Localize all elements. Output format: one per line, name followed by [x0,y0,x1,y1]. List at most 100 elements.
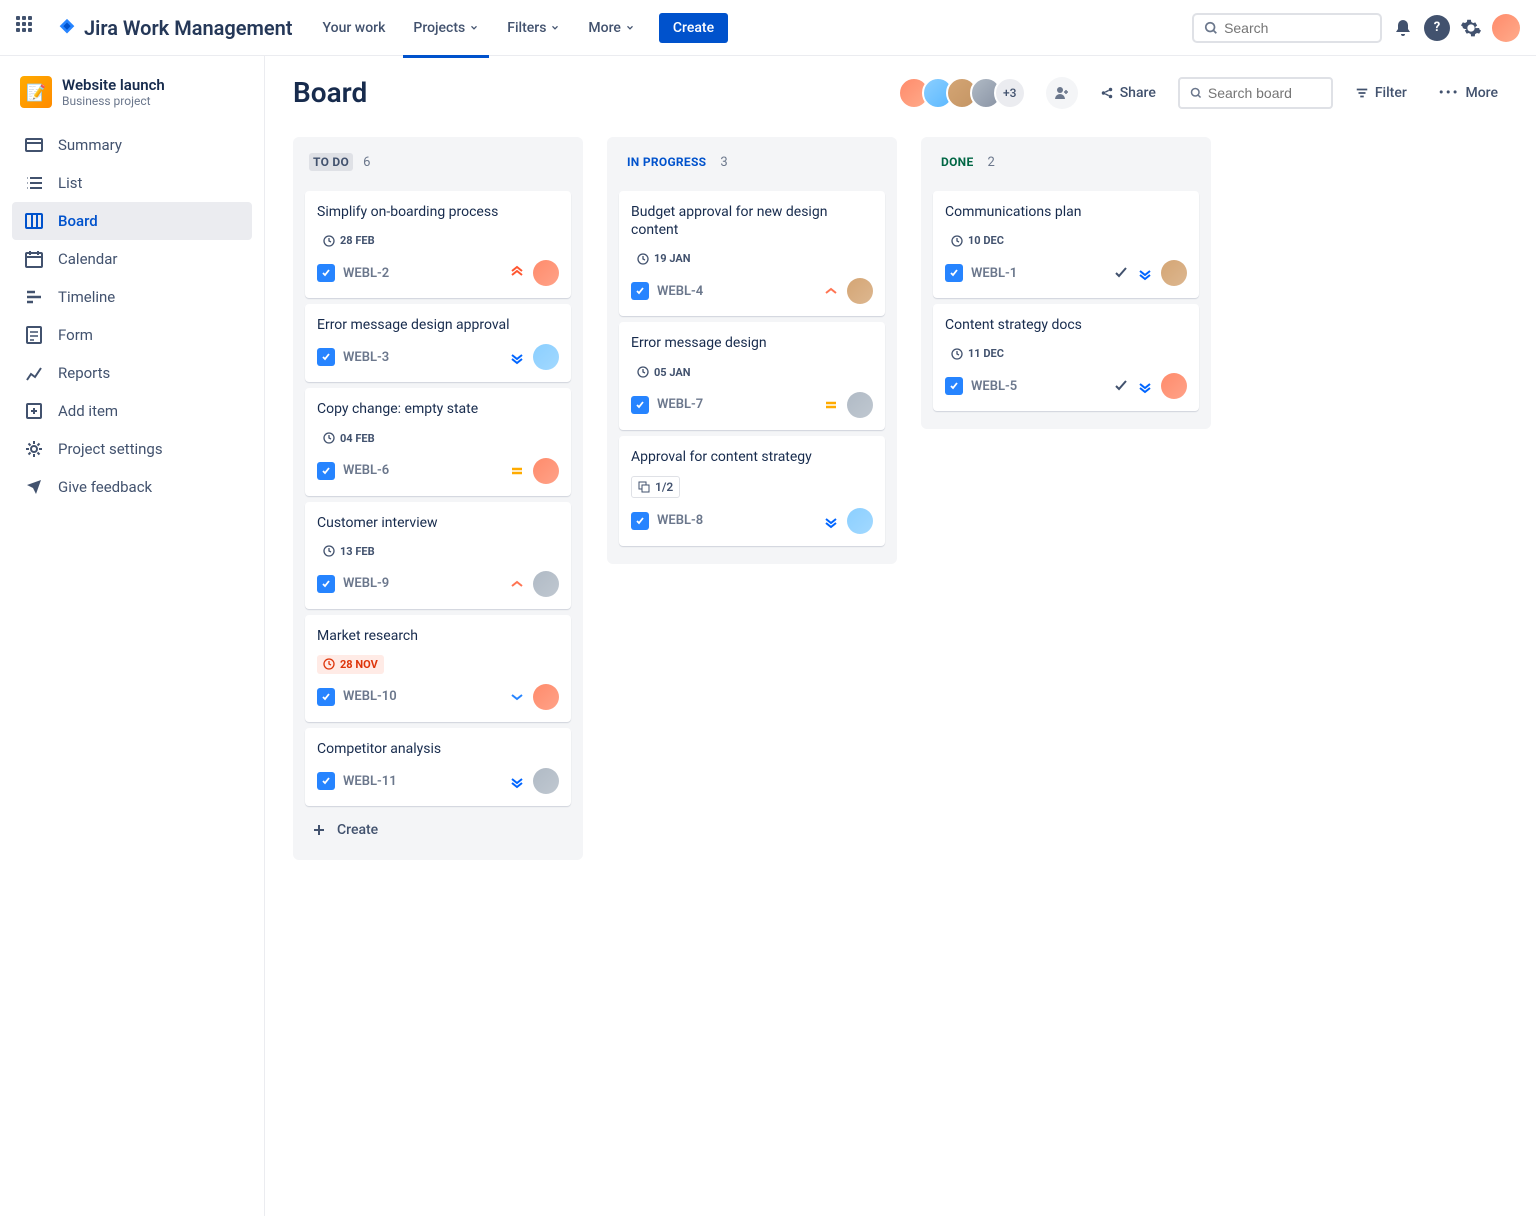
help-icon[interactable]: ? [1424,15,1450,41]
card[interactable]: Simplify on-boarding process28 FEB WEBL-… [305,191,571,298]
sidebar-item-timeline[interactable]: Timeline [12,278,252,316]
nav-filters[interactable]: Filters [497,12,570,44]
sidebar-item-label: Add item [58,402,118,420]
project-name: Website launch [62,76,165,94]
assignee-avatar[interactable] [1161,373,1187,399]
more-button[interactable]: •••More [1429,79,1508,107]
column-title: IN PROGRESS [623,153,710,171]
card[interactable]: Error message design05 JAN WEBL-7 [619,322,885,429]
card[interactable]: Approval for content strategy1/2 WEBL-8 [619,436,885,546]
card-title: Error message design [631,334,873,352]
sidebar-item-label: Calendar [58,250,118,268]
card-title: Customer interview [317,514,559,532]
create-card-button[interactable]: Create [305,812,571,848]
settings-icon[interactable] [1458,15,1484,41]
card-title: Content strategy docs [945,316,1187,334]
add-people-button[interactable] [1046,77,1078,109]
assignee-avatar[interactable] [1161,260,1187,286]
sidebar-item-label: Form [58,326,93,344]
card[interactable]: Copy change: empty state04 FEB WEBL-6 [305,388,571,495]
product-name: Jira Work Management [84,16,293,40]
sidebar-item-list[interactable]: List [12,164,252,202]
date-badge: 28 FEB [317,231,381,250]
column-done: DONE 2 Communications plan10 DEC WEBL-1 C… [921,137,1211,429]
sidebar-item-project-settings[interactable]: Project settings [12,430,252,468]
column-count: 2 [988,155,995,170]
sidebar-item-summary[interactable]: Summary [12,126,252,164]
more-dots-icon: ••• [1439,85,1460,101]
column-todo: TO DO 6 Simplify on-boarding process28 FE… [293,137,583,860]
assignee-avatar[interactable] [533,684,559,710]
sidebar-item-board[interactable]: Board [12,202,252,240]
priority-low-icon [509,349,525,365]
sidebar-item-calendar[interactable]: Calendar [12,240,252,278]
card-title: Copy change: empty state [317,400,559,418]
avatar-stack[interactable]: +3 [906,77,1026,109]
notifications-icon[interactable] [1390,15,1416,41]
filter-button[interactable]: Filter [1345,79,1417,107]
subtask-icon [638,481,650,493]
clock-icon [323,432,335,444]
board-search-input[interactable] [1208,85,1321,101]
clock-icon [323,658,335,670]
sidebar-item-label: Summary [58,136,122,154]
global-search[interactable] [1192,13,1382,43]
assignee-avatar[interactable] [847,392,873,418]
assignee-avatar[interactable] [847,278,873,304]
column-title: TO DO [309,153,353,171]
nav-projects[interactable]: Projects [403,12,489,44]
task-key: WEBL-1 [971,266,1017,281]
date-badge: 05 JAN [631,363,697,382]
card[interactable]: Content strategy docs11 DEC WEBL-5 [933,304,1199,411]
add-item-icon [24,401,44,421]
search-icon [1190,86,1202,100]
sidebar-item-reports[interactable]: Reports [12,354,252,392]
card-title: Approval for content strategy [631,448,873,466]
column-title: DONE [937,153,978,171]
card-title: Communications plan [945,203,1187,221]
share-button[interactable]: Share [1090,79,1166,107]
app-switcher-icon[interactable] [16,16,40,40]
user-avatar[interactable] [1492,14,1520,42]
sidebar-item-form[interactable]: Form [12,316,252,354]
column-count: 6 [363,155,370,170]
card[interactable]: Communications plan10 DEC WEBL-1 [933,191,1199,298]
date-badge: 13 FEB [317,542,381,561]
priority-low-icon [1137,378,1153,394]
summary-icon [24,135,44,155]
filter-icon [1355,86,1369,100]
date-badge: 19 JAN [631,249,697,268]
assignee-avatar[interactable] [533,768,559,794]
card[interactable]: Error message design approval WEBL-3 [305,304,571,382]
board-search[interactable] [1178,77,1333,109]
share-icon [1100,86,1114,100]
sidebar-item-give-feedback[interactable]: Give feedback [12,468,252,506]
priority-medium-icon [823,397,839,413]
task-type-icon [631,512,649,530]
assignee-avatar[interactable] [533,260,559,286]
card[interactable]: Budget approval for new design content19… [619,191,885,316]
assignee-avatar[interactable] [533,571,559,597]
assignee-avatar[interactable] [533,458,559,484]
sidebar-item-label: Give feedback [58,478,152,496]
project-header[interactable]: 📝 Website launch Business project [12,76,252,108]
priority-medium-icon [509,463,525,479]
card[interactable]: Market research28 NOV WEBL-10 [305,615,571,722]
sidebar-item-add-item[interactable]: Add item [12,392,252,430]
project-type: Business project [62,94,165,108]
priority-low-icon [1137,265,1153,281]
nav-your-work[interactable]: Your work [313,12,396,44]
create-button[interactable]: Create [659,13,728,43]
card-title: Error message design approval [317,316,559,334]
product-logo[interactable]: Jira Work Management [56,16,293,40]
global-search-input[interactable] [1224,20,1370,36]
avatar-overflow[interactable]: +3 [994,77,1026,109]
card[interactable]: Customer interview13 FEB WEBL-9 [305,502,571,609]
assignee-avatar[interactable] [847,508,873,534]
nav-more[interactable]: More [578,12,645,44]
calendar-icon [24,249,44,269]
reports-icon [24,363,44,383]
assignee-avatar[interactable] [533,344,559,370]
card[interactable]: Competitor analysis WEBL-11 [305,728,571,806]
timeline-icon [24,287,44,307]
